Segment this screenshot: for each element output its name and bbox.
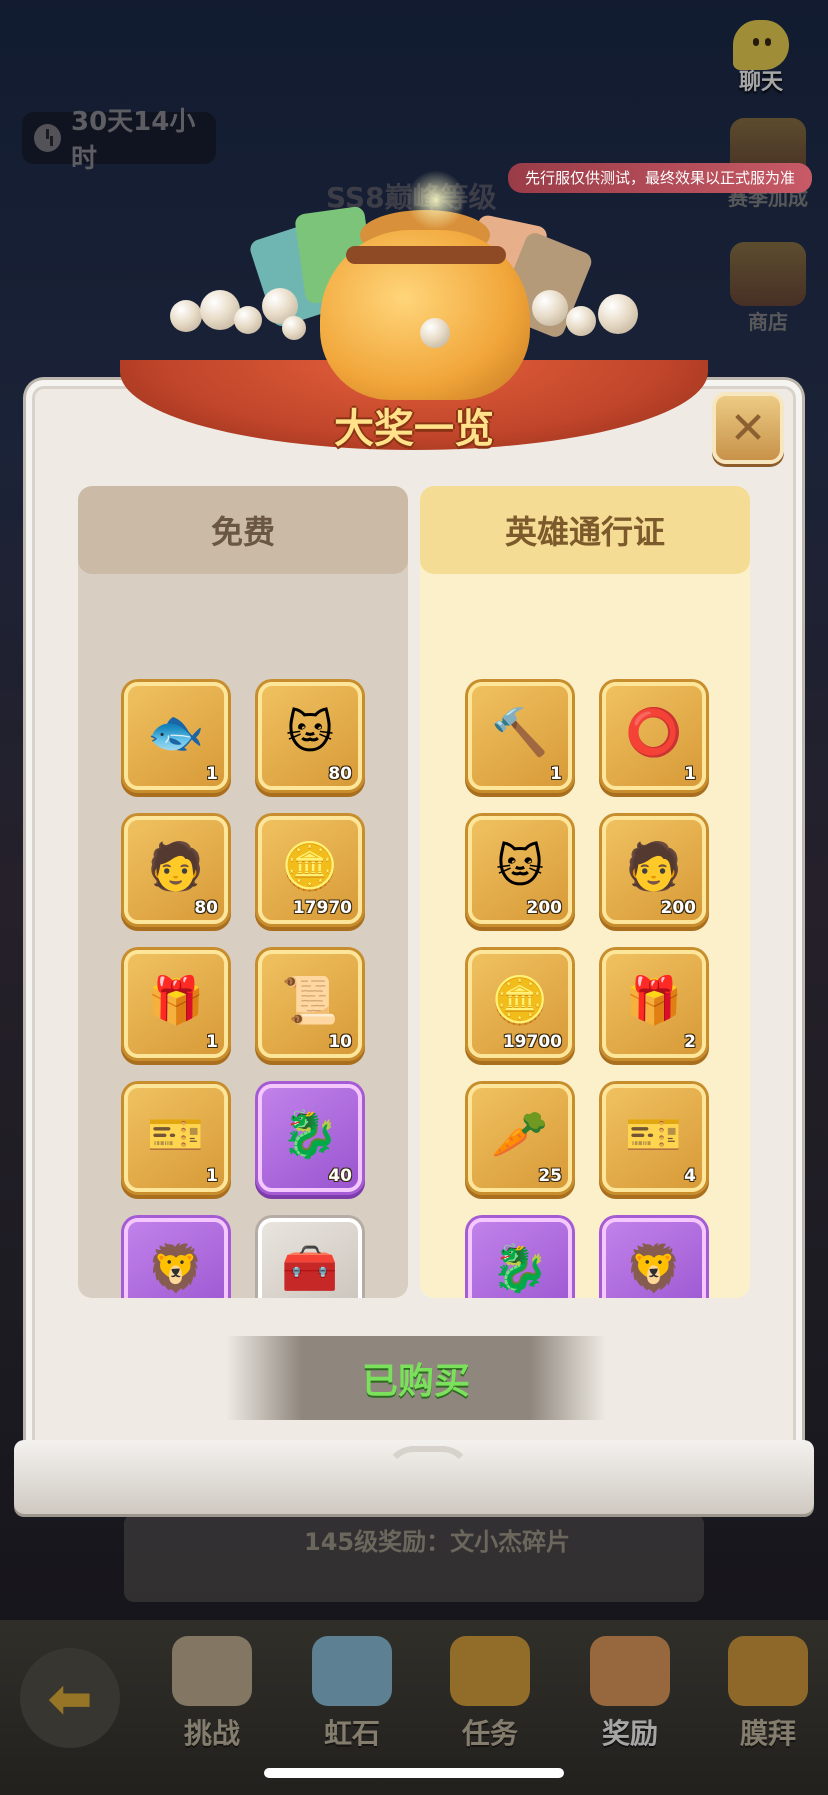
hero-pass-rewards-grid: 🔨 1 ⭕ 1 🐱 200 🧑 200 🪙 19700 🎁 2 🥕 25 🎫 4… (420, 574, 750, 1298)
reward-item-dragon-shard[interactable]: 🐉 40 (258, 1084, 362, 1192)
hammer-icon: 🔨 (491, 705, 549, 759)
item-count: 10 (328, 1032, 352, 1052)
item-count: 1 (684, 764, 696, 784)
close-button[interactable]: ✕ (712, 392, 784, 464)
reward-item-dragon-shard[interactable]: 🐉 40 (468, 1218, 572, 1298)
hero-pass-rewards-column: 英雄通行证 🔨 1 ⭕ 1 🐱 200 🧑 200 🪙 19700 🎁 2 🥕 … (420, 486, 750, 1298)
item-count: 19700 (502, 1032, 562, 1052)
reward-item-scroll[interactable]: 📜 10 (258, 950, 362, 1058)
lion-hero-shard-icon: 🦁 (147, 1241, 205, 1295)
gift-bag-icon: 🎁 (147, 973, 205, 1027)
item-count: 40 (328, 1166, 352, 1186)
hero-shard-icon: 🧑 (625, 839, 683, 893)
reward-item-gold-coin[interactable]: 🪙 17970 (258, 816, 362, 924)
item-count: 1 (206, 1032, 218, 1052)
item-count: 80 (194, 898, 218, 918)
gift-bag-icon: 🎁 (625, 973, 683, 1027)
reward-item-robot-cat-shard[interactable]: 🐱 80 (258, 682, 362, 790)
free-rewards-grid: 🐟 1 🐱 80 🧑 80 🪙 17970 🎁 1 📜 10 🎫 1 🐉 40 … (78, 574, 408, 1298)
ticket-icon: 🎫 (147, 1107, 205, 1161)
item-count: 1 (206, 764, 218, 784)
avatar-frame-icon: ⭕ (625, 705, 683, 759)
reward-item-silver-chest[interactable]: 🧰 3 (258, 1218, 362, 1298)
robot-cat-shard-icon: 🐱 (496, 839, 544, 893)
scroll-icon: 📜 (281, 973, 339, 1027)
reward-item-gift-bag[interactable]: 🎁 2 (602, 950, 706, 1058)
fish-icon: 🐟 (147, 705, 205, 759)
item-count: 200 (526, 898, 563, 918)
reward-item-carrot-idol[interactable]: 🥕 25 (468, 1084, 572, 1192)
reward-item-lion-hero-shard[interactable]: 🦁 40 (124, 1218, 228, 1298)
item-count: 200 (660, 898, 697, 918)
item-count: 25 (538, 1166, 562, 1186)
reward-item-hero-shard[interactable]: 🧑 80 (124, 816, 228, 924)
reward-item-lion-hero-shard[interactable]: 🦁 40 (602, 1218, 706, 1298)
home-indicator[interactable] (264, 1768, 564, 1778)
robot-cat-shard-icon: 🐱 (286, 705, 334, 759)
reward-item-hammer[interactable]: 🔨 1 (468, 682, 572, 790)
lion-hero-shard-icon: 🦁 (625, 1241, 683, 1295)
reward-item-gold-coin[interactable]: 🪙 19700 (468, 950, 572, 1058)
hero-shard-icon: 🧑 (147, 839, 205, 893)
reward-item-ticket[interactable]: 🎫 1 (124, 1084, 228, 1192)
ticket-icon: 🎫 (625, 1107, 683, 1161)
purchased-label: 已购买 (361, 1361, 470, 1402)
item-count: 1 (206, 1166, 218, 1186)
reward-item-ticket[interactable]: 🎫 4 (602, 1084, 706, 1192)
item-count: 4 (684, 1166, 696, 1186)
reward-item-robot-cat-shard[interactable]: 🐱 200 (468, 816, 572, 924)
reward-item-fish[interactable]: 🐟 1 (124, 682, 228, 790)
free-column-header: 免费 (78, 486, 408, 574)
close-icon: ✕ (729, 402, 767, 454)
hero-pass-column-header: 英雄通行证 (420, 486, 750, 574)
reward-item-gift-bag[interactable]: 🎁 1 (124, 950, 228, 1058)
item-count: 1 (550, 764, 562, 784)
popup-title: 大奖一览 (334, 406, 494, 452)
reward-item-hero-shard[interactable]: 🧑 200 (602, 816, 706, 924)
silver-chest-icon: 🧰 (281, 1241, 339, 1295)
reward-item-avatar-frame[interactable]: ⭕ 1 (602, 682, 706, 790)
item-count: 17970 (292, 898, 352, 918)
carrot-idol-icon: 🥕 (491, 1107, 549, 1161)
dragon-shard-icon: 🐉 (281, 1107, 339, 1161)
free-rewards-column: 免费 🐟 1 🐱 80 🧑 80 🪙 17970 🎁 1 📜 10 🎫 1 🐉 … (78, 486, 408, 1298)
dragon-shard-icon: 🐉 (491, 1241, 549, 1295)
purchased-status: 已购买 (226, 1336, 606, 1420)
treasure-bag-icon (170, 170, 670, 410)
test-server-notice: 先行服仅供测试，最终效果以正式服为准 (508, 163, 812, 193)
gold-coin-icon: 🪙 (491, 973, 549, 1027)
item-count: 80 (328, 764, 352, 784)
panel-base (14, 1440, 814, 1514)
item-count: 2 (684, 1032, 696, 1052)
gold-coin-icon: 🪙 (281, 839, 339, 893)
